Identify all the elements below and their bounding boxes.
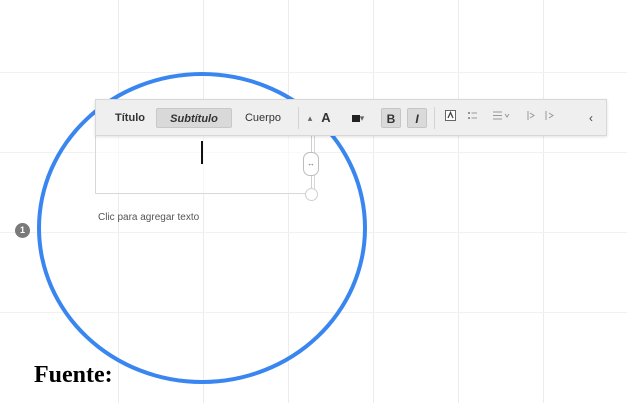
collapse-toolbar-icon[interactable]: ‹ xyxy=(584,108,598,128)
text-color-dropdown[interactable]: ▾ xyxy=(346,108,370,128)
grid-line xyxy=(0,72,627,73)
font-size-decrease-button[interactable]: ▴ xyxy=(304,108,316,128)
align-icon[interactable] xyxy=(488,108,514,128)
bullet-list-icon[interactable] xyxy=(464,108,480,128)
toolbar-divider xyxy=(434,107,435,129)
toolbar-divider xyxy=(298,107,299,129)
grid-line xyxy=(373,0,374,403)
grid-line xyxy=(458,0,459,403)
chevron-down-icon: ▾ xyxy=(359,113,365,123)
italic-button[interactable]: I xyxy=(407,108,427,128)
color-swatch xyxy=(351,114,360,122)
text-color-icon[interactable] xyxy=(442,108,458,128)
grid-line xyxy=(543,0,544,403)
indent-increase-icon[interactable] xyxy=(542,108,558,128)
bold-button[interactable]: B xyxy=(381,108,401,128)
step-badge: 1 xyxy=(15,223,30,238)
add-text-placeholder[interactable]: Clic para agregar texto xyxy=(98,212,199,223)
font-size-button[interactable]: A xyxy=(318,108,334,128)
indent-decrease-icon[interactable] xyxy=(524,108,540,128)
style-tab-subtitulo[interactable]: Subtítulo xyxy=(156,108,232,128)
style-tab-cuerpo[interactable]: Cuerpo xyxy=(238,108,288,128)
figure-caption: Fuente: xyxy=(34,362,113,388)
style-tab-titulo[interactable]: Título xyxy=(108,108,152,128)
format-toolbar: Título Subtítulo Cuerpo ▴ A ▾ B I ‹ xyxy=(95,99,607,136)
